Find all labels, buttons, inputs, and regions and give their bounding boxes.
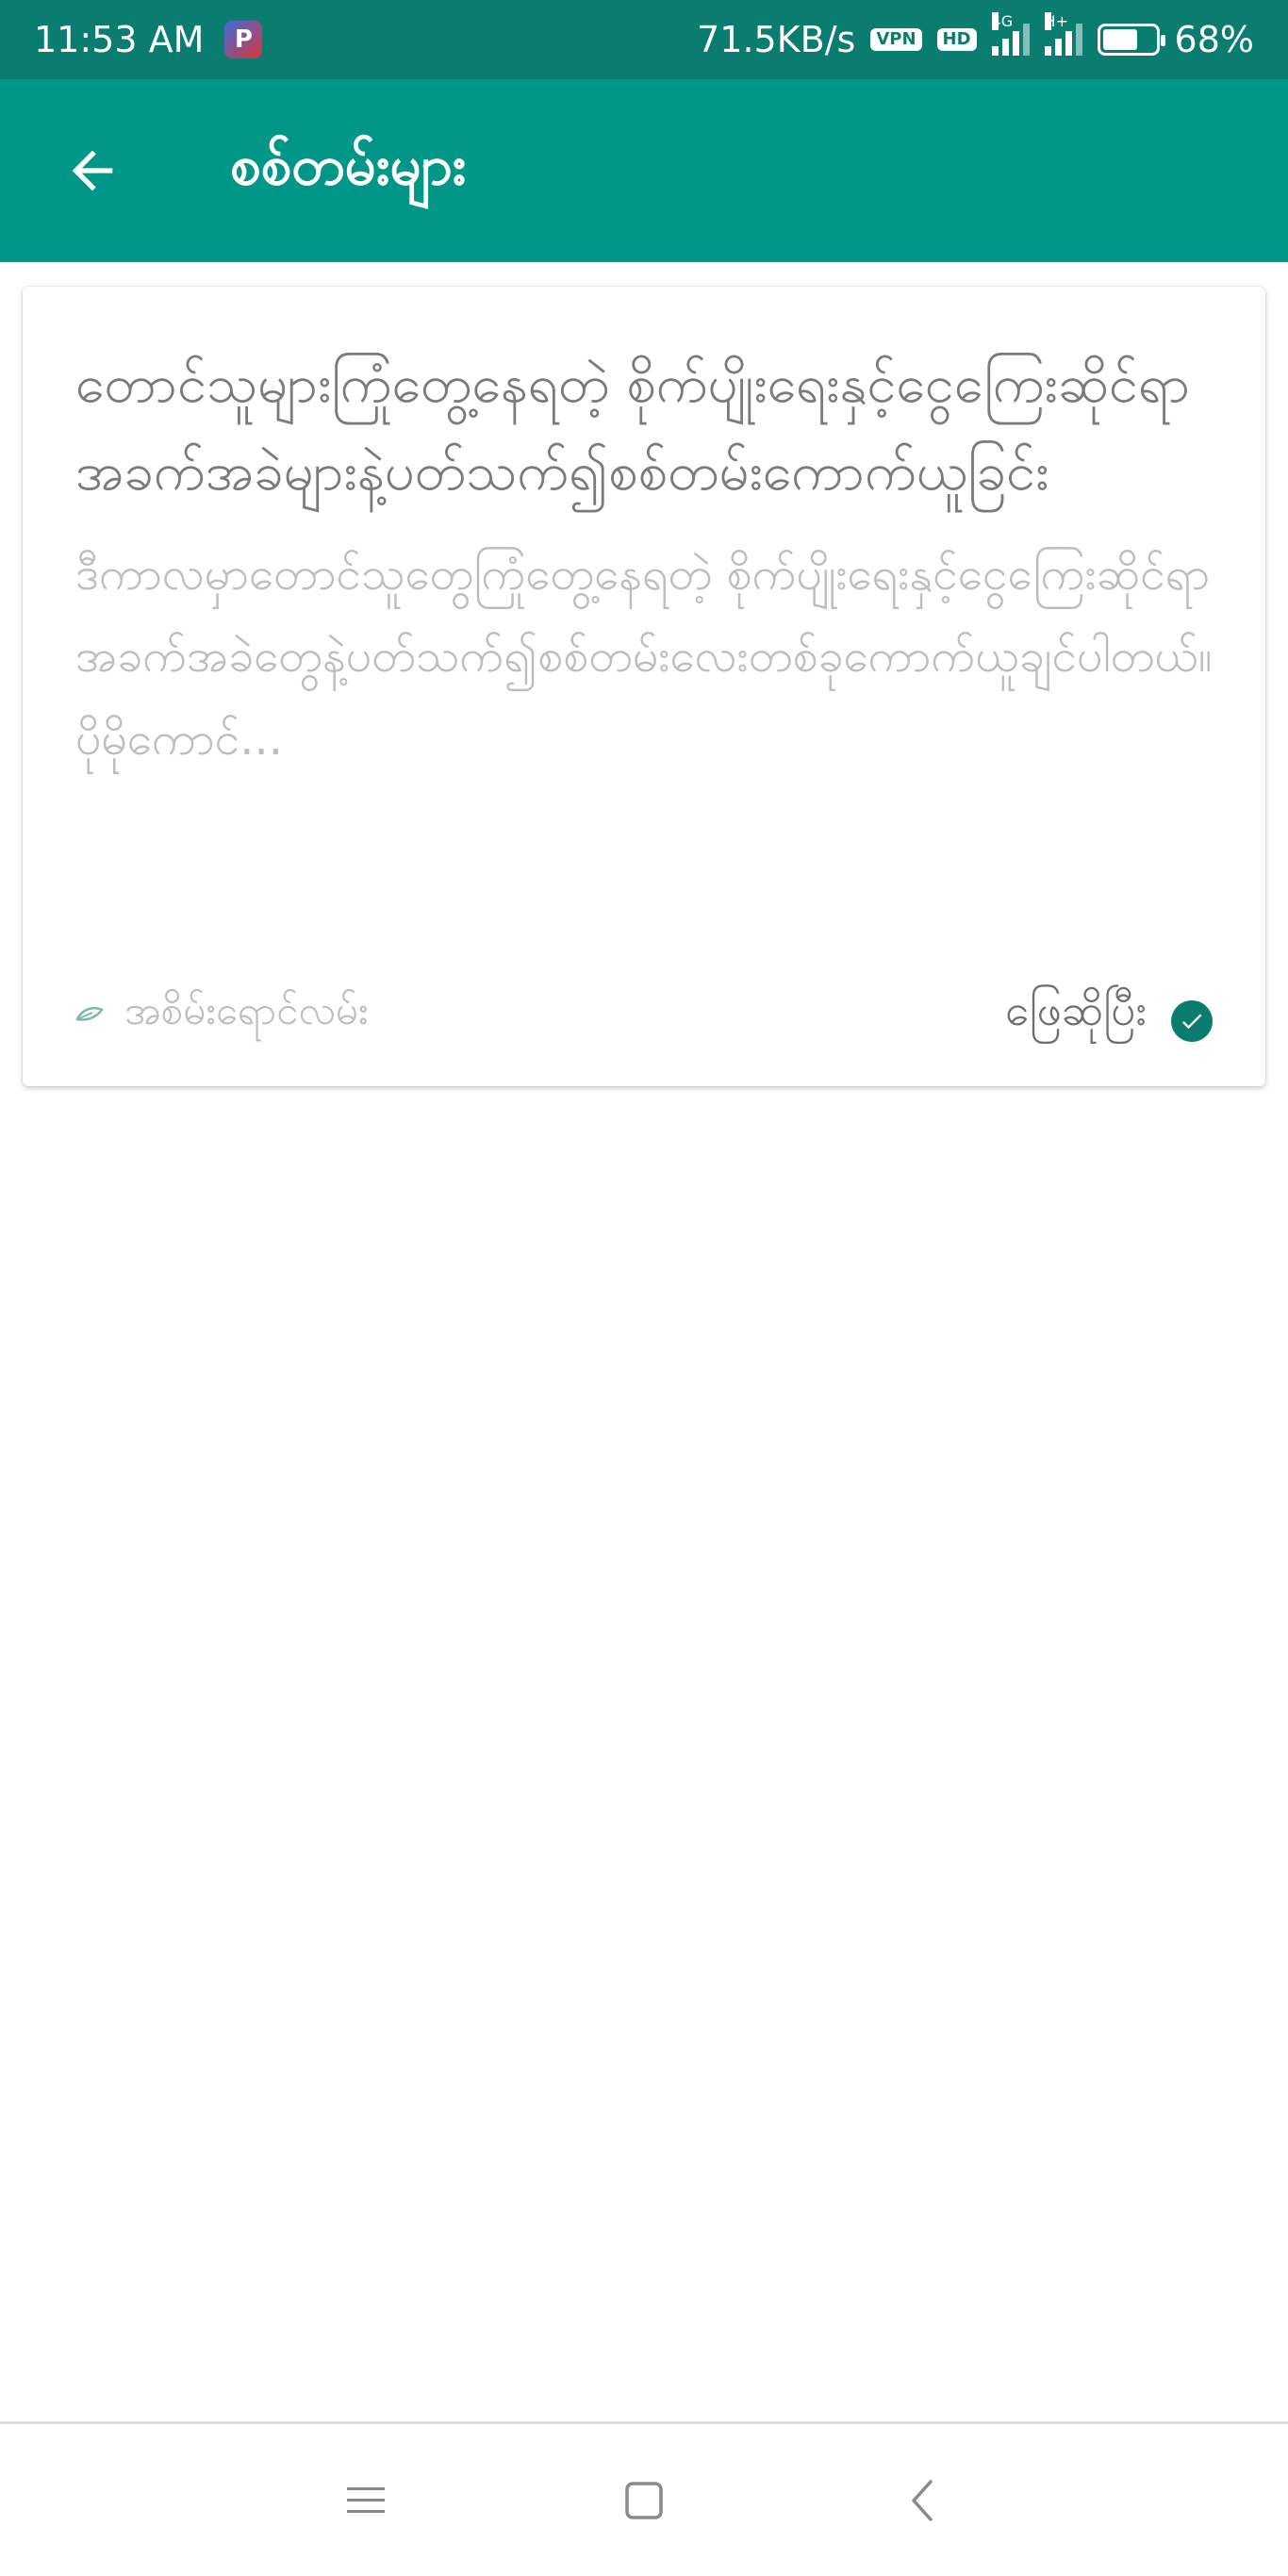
status-bar: 11:53 AM P 71.5KB/s VPN HD 4G H+ 68% xyxy=(0,0,1288,79)
survey-author-name: အစိမ်းရောင်လမ်း xyxy=(124,987,369,1033)
menu-button[interactable] xyxy=(328,2463,404,2538)
app-badge-letter: P xyxy=(234,25,253,54)
check-circle-icon xyxy=(1171,1000,1213,1042)
survey-status: ဖြေဆိုပြီး xyxy=(1005,983,1213,1047)
battery-icon xyxy=(1097,24,1165,56)
network-type-label: 4G xyxy=(991,12,1014,30)
signal-icon: 4G xyxy=(991,12,1030,56)
system-nav-bar xyxy=(0,2421,1288,2576)
hd-badge: HD xyxy=(936,28,977,51)
battery-percent: 68% xyxy=(1174,19,1254,60)
battery-level xyxy=(1102,29,1138,50)
network-type-label-secondary: H+ xyxy=(1044,12,1068,30)
nav-back-button[interactable] xyxy=(884,2463,960,2538)
network-speed: 71.5KB/s xyxy=(697,19,856,60)
arrow-left-icon xyxy=(72,150,113,191)
square-icon xyxy=(625,2481,663,2519)
vpn-badge: VPN xyxy=(870,28,922,51)
app-bar: စစ်တမ်းများ xyxy=(0,79,1288,262)
leaf-icon xyxy=(75,1006,104,1021)
chevron-left-icon xyxy=(912,2479,933,2521)
back-button[interactable] xyxy=(45,124,140,218)
menu-icon xyxy=(346,2486,385,2513)
signal-icon-secondary: H+ xyxy=(1044,12,1082,56)
survey-footer: အစိမ်းရောင်လမ်း ဖြေဆိုပြီး xyxy=(75,977,1213,1052)
app-notification-icon: P xyxy=(224,21,263,58)
survey-status-label: ဖြေဆိုပြီး xyxy=(1005,983,1147,1035)
survey-title: တောင်သူများကြုံတွေ့နေရတဲ့ စိုက်ပျိုးရေးန… xyxy=(75,354,1191,503)
status-time: 11:53 AM xyxy=(34,19,205,60)
home-button[interactable] xyxy=(606,2463,682,2538)
survey-description: ဒီကာလမှာတောင်သူတွေကြုံတွေ့နေရတဲ့ စိုက်ပျ… xyxy=(75,547,1213,766)
page-title: စစ်တမ်းများ xyxy=(230,132,467,197)
survey-author: အစိမ်းရောင်လမ်း xyxy=(75,985,368,1044)
survey-card[interactable]: တောင်သူများကြုံတွေ့နေရတဲ့ စိုက်ပျိုးရေးန… xyxy=(23,287,1265,1086)
